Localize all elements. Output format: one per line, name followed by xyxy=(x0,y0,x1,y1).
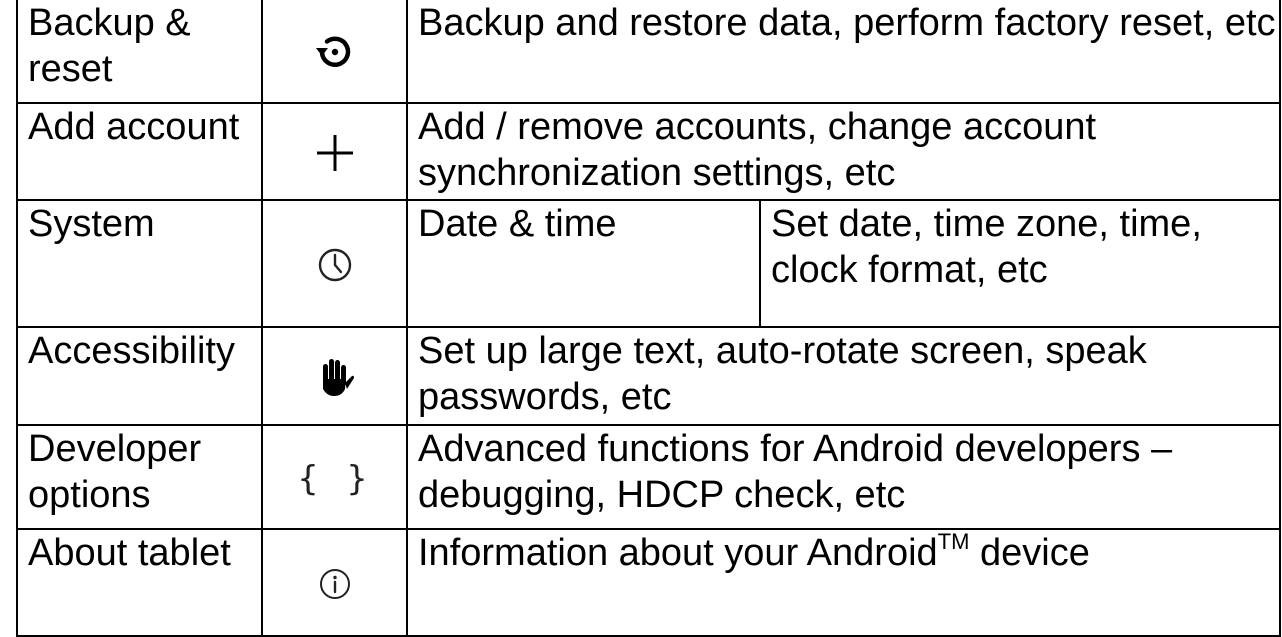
setting-description: Set up large text, auto-rotate screen, s… xyxy=(406,326,1281,426)
setting-name: Accessibility xyxy=(16,326,263,426)
trademark-superscript: TM xyxy=(937,529,970,554)
setting-name-text: Accessibility xyxy=(28,330,235,372)
table-row: Backup & reset Backup and restore data, … xyxy=(16,0,1281,104)
setting-sub-item: Date & time xyxy=(406,199,761,328)
setting-name: About tablet xyxy=(16,528,263,637)
setting-name-text: Backup & reset xyxy=(28,2,191,90)
setting-name-text: Developer options xyxy=(28,428,202,516)
table-row: Accessibility Set up large text, auto-ro… xyxy=(16,326,1281,426)
plus-icon xyxy=(313,131,357,175)
setting-description: Add / remove accounts, change account sy… xyxy=(406,102,1281,201)
table-row: Developer options { } Advanced functions… xyxy=(16,424,1281,530)
table-row: Add account Add / remove accounts, chang… xyxy=(16,102,1281,201)
table-row: System Date & time Set date, time zone, … xyxy=(16,199,1281,328)
setting-description: Set date, time zone, time, clock format,… xyxy=(759,199,1281,328)
settings-table: Backup & reset Backup and restore data, … xyxy=(16,0,1281,637)
backup-restore-icon xyxy=(313,30,357,74)
setting-description: Backup and restore data, perform factory… xyxy=(406,0,1281,104)
setting-name: Add account xyxy=(16,102,263,201)
setting-name: Backup & reset xyxy=(16,0,263,104)
setting-name-text: Add account xyxy=(28,106,240,148)
clock-icon xyxy=(315,245,355,285)
setting-name: System xyxy=(16,199,263,328)
setting-description: Information about your AndroidTM device xyxy=(406,528,1281,637)
info-icon xyxy=(317,566,353,602)
table-row: About tablet Information about your Andr… xyxy=(16,528,1281,637)
setting-name-text: System xyxy=(28,203,155,245)
setting-name: Developer options xyxy=(16,424,263,530)
hand-icon xyxy=(315,355,355,399)
setting-name-text: About tablet xyxy=(28,532,231,574)
braces-icon: { } xyxy=(297,458,372,499)
setting-description: Advanced functions for Android developer… xyxy=(406,424,1281,530)
